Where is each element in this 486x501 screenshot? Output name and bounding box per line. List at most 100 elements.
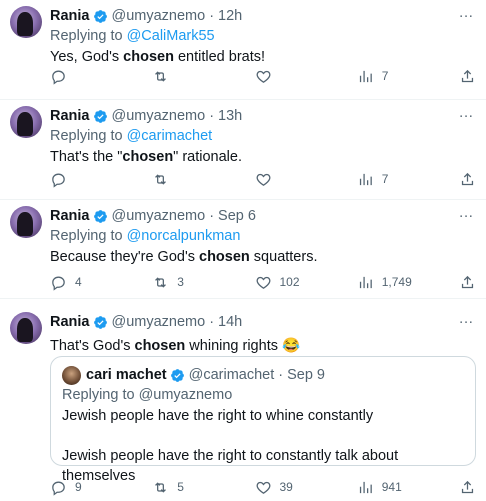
tweet-actions: 4 3 102 1,749 (50, 272, 476, 292)
text-bold: chosen (122, 149, 174, 165)
quoted-replying-to: Replying to @umyaznemo (62, 387, 233, 403)
quoted-tweet[interactable]: cari machet @carimachet · Sep 9 Replying… (50, 356, 476, 484)
views-button[interactable]: 941 (357, 479, 417, 496)
text-bold: chosen (134, 338, 186, 354)
retweet-icon (155, 276, 167, 288)
reply-icon (52, 481, 65, 496)
author-name[interactable]: Rania (50, 8, 90, 24)
share-button[interactable] (459, 479, 476, 496)
views-icon (359, 481, 372, 493)
timestamp[interactable]: 12h (218, 8, 242, 24)
replying-prefix: Replying to (50, 128, 127, 144)
author-name[interactable]: Rania (50, 108, 90, 124)
quoted-author-handle: @carimachet (188, 367, 275, 383)
laughing-emoji: 😂 (282, 338, 301, 354)
retweet-button[interactable]: 3 (152, 274, 212, 291)
text-bold: chosen (199, 249, 250, 265)
tweet[interactable]: Rania @umyaznemo · Sep 6 ··· Replying to… (0, 200, 486, 299)
text-bold: chosen (123, 49, 174, 65)
retweet-button[interactable] (152, 171, 212, 188)
views-icon (359, 173, 372, 185)
like-button[interactable] (255, 68, 315, 85)
more-options-icon[interactable]: ··· (456, 206, 476, 226)
retweet-icon (155, 70, 167, 82)
text-part: That's God's (50, 338, 135, 354)
timestamp[interactable]: Sep 6 (218, 208, 256, 224)
retweet-count: 3 (177, 275, 184, 289)
author-handle[interactable]: @umyaznemo (112, 314, 206, 330)
separator: · (209, 108, 215, 124)
heart-icon (256, 70, 270, 83)
share-button[interactable] (459, 274, 476, 291)
verified-badge-icon (93, 315, 107, 329)
views-button[interactable]: 7 (357, 68, 417, 85)
quoted-avatar (62, 365, 81, 385)
more-options-icon[interactable]: ··· (456, 106, 476, 126)
timestamp[interactable]: 14h (218, 314, 242, 330)
tweet[interactable]: Rania @umyaznemo · 14h ··· That's God's … (0, 299, 486, 501)
replying-to: Replying to @norcalpunkman (50, 226, 476, 247)
author-name[interactable]: Rania (50, 314, 90, 330)
like-button[interactable] (255, 171, 315, 188)
avatar[interactable] (10, 206, 42, 238)
reply-button[interactable] (50, 171, 110, 188)
views-count: 7 (381, 172, 389, 186)
tweet[interactable]: Rania @umyaznemo · 12h ··· Replying to @… (0, 0, 486, 100)
retweet-button[interactable] (152, 68, 212, 85)
like-button[interactable]: 39 (255, 479, 315, 496)
heart-icon (256, 173, 270, 186)
share-icon (461, 275, 474, 288)
like-button[interactable]: 102 (255, 274, 315, 291)
text-part: Yes, God's (50, 49, 124, 65)
more-options-icon[interactable]: ··· (456, 6, 476, 26)
author-handle[interactable]: @umyaznemo (112, 8, 206, 24)
reply-mention-link[interactable]: @CaliMark55 (127, 28, 215, 44)
tweet-text: Yes, God's chosen entitled brats! (50, 47, 476, 67)
avatar[interactable] (10, 106, 42, 138)
reply-count: 4 (75, 275, 82, 289)
reply-mention-link[interactable]: @carimachet (127, 128, 213, 144)
author-handle[interactable]: @umyaznemo (112, 208, 206, 224)
more-options-icon[interactable]: ··· (456, 312, 476, 332)
verified-badge-icon (93, 9, 107, 23)
text-part: That's the " (50, 149, 123, 165)
views-icon (359, 276, 372, 288)
timestamp[interactable]: 13h (218, 108, 242, 124)
like-count: 39 (279, 480, 293, 494)
separator: · (278, 367, 284, 383)
views-button[interactable]: 7 (357, 171, 417, 188)
separator: · (209, 8, 215, 24)
text-part: whining rights (185, 338, 282, 354)
retweet-icon (155, 481, 167, 493)
views-button[interactable]: 1,749 (357, 274, 417, 291)
replying-prefix: Replying to (50, 28, 127, 44)
reply-button[interactable]: 4 (50, 274, 110, 291)
tweet-text: That's the "chosen" rationale. (50, 147, 476, 167)
share-icon (461, 480, 474, 493)
retweet-button[interactable]: 5 (152, 479, 212, 496)
reply-mention-link[interactable]: @norcalpunkman (127, 228, 241, 244)
share-icon (461, 69, 474, 82)
tweet-text: That's God's chosen whining rights 😂 (50, 336, 476, 356)
avatar[interactable] (10, 312, 42, 344)
quoted-timestamp: Sep 9 (287, 367, 325, 383)
reply-icon (52, 276, 65, 291)
like-count: 102 (279, 275, 300, 289)
replying-to: Replying to @CaliMark55 (50, 26, 476, 47)
quoted-text-line: Jewish people have the right to whine co… (62, 408, 374, 424)
reply-button[interactable] (50, 68, 110, 85)
share-button[interactable] (459, 68, 476, 85)
avatar[interactable] (10, 6, 42, 38)
views-count: 7 (381, 69, 389, 83)
replying-to: Replying to @carimachet (50, 126, 476, 147)
tweet[interactable]: Rania @umyaznemo · 13h ··· Replying to @… (0, 100, 486, 200)
share-button[interactable] (459, 171, 476, 188)
author-name[interactable]: Rania (50, 208, 90, 224)
separator: · (209, 314, 215, 330)
author-handle[interactable]: @umyaznemo (112, 108, 206, 124)
text-part: " rationale. (173, 149, 242, 165)
text-part: Because they're God's (50, 249, 200, 265)
share-icon (461, 172, 474, 185)
reply-button[interactable]: 9 (50, 479, 110, 496)
heart-icon (256, 276, 270, 289)
